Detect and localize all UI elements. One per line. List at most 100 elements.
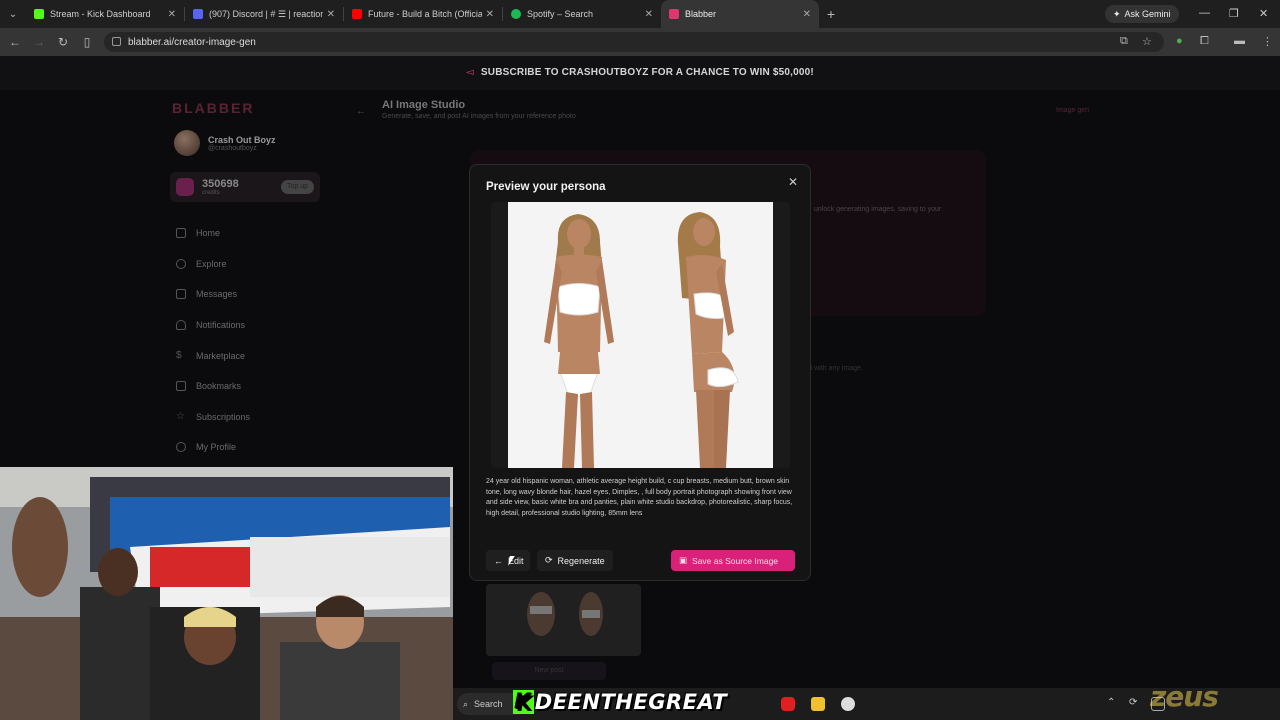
sidebar-nav: Home Explore Messages Notifications $ Mar… xyxy=(176,218,250,463)
chevron-up-icon[interactable]: ⌃ xyxy=(1107,697,1121,711)
arrow-left-icon: ← xyxy=(494,555,503,566)
page-subtitle: Generate, save, and post AI images from … xyxy=(382,113,576,120)
brand-logo[interactable]: BLABBER xyxy=(172,100,254,116)
new-post-button[interactable]: New post xyxy=(492,662,606,680)
folder-icon[interactable] xyxy=(811,697,825,711)
sidebar-item-label: Subscriptions xyxy=(196,411,251,422)
sidebar-item-label: Explore xyxy=(196,258,227,269)
background-thumbnail[interactable] xyxy=(486,584,641,656)
sidebar-item-bookmarks[interactable]: Bookmarks xyxy=(176,371,250,402)
credits-icon xyxy=(176,178,194,196)
forward-icon[interactable]: → xyxy=(27,35,51,49)
browser-tabbar: ⌄ Stream - Kick Dashboard ✕ (907) Discor… xyxy=(0,0,1280,28)
new-tab-button[interactable]: + xyxy=(819,6,843,22)
dollar-icon: $ xyxy=(176,349,182,361)
ask-gemini-button[interactable]: ✦ Ask Gemini xyxy=(1105,5,1179,23)
back-arrow-icon[interactable]: ← xyxy=(356,106,366,117)
blabber-icon xyxy=(669,9,679,19)
star-icon: ☆ xyxy=(176,410,185,422)
browser-tab-active[interactable]: Blabber ✕ xyxy=(661,0,819,28)
close-icon[interactable]: ✕ xyxy=(645,9,653,20)
sidebar-item-my-profile[interactable]: My Profile xyxy=(176,432,250,463)
minimize-icon[interactable]: — xyxy=(1199,7,1210,19)
megaphone-icon: ◅ xyxy=(466,67,474,78)
close-icon[interactable]: ✕ xyxy=(168,9,176,20)
bookmark-icon xyxy=(176,381,186,392)
back-icon[interactable]: ← xyxy=(3,35,27,49)
cast-icon[interactable]: ⧉ xyxy=(1120,35,1128,48)
webcam-overlay xyxy=(0,467,453,720)
tab-title: (907) Discord | # ☰ | reactions xyxy=(209,8,323,19)
sidebar-item-messages[interactable]: Messages xyxy=(176,279,250,310)
profile[interactable]: Crash Out Boyz @crashoutboyz xyxy=(174,130,276,156)
site-info-icon[interactable] xyxy=(112,37,121,46)
browser-tab[interactable]: Stream - Kick Dashboard ✕ xyxy=(26,0,184,28)
sidebar-item-label: Messages xyxy=(196,289,238,300)
credits-card: 350698 credits Top up xyxy=(170,172,320,202)
profile-icon[interactable]: ▬ xyxy=(1234,35,1245,47)
browser-tab[interactable]: (907) Discord | # ☰ | reactions ✕ xyxy=(185,0,343,28)
zeus-logo: zeus xyxy=(1150,680,1219,713)
save-icon: ▣ xyxy=(679,555,688,565)
address-bar[interactable]: blabber.ai/creator-image-gen xyxy=(104,32,1164,52)
taskbar-search-label: Search xyxy=(474,699,503,709)
extension-icon[interactable]: ● xyxy=(1176,35,1183,47)
page-title: AI Image Studio xyxy=(382,99,466,111)
sidebar-item-notifications[interactable]: Notifications xyxy=(176,310,250,341)
tab-search-icon[interactable]: ⌄ xyxy=(0,0,26,28)
message-icon xyxy=(176,289,186,300)
sidebar-item-label: My Profile xyxy=(196,442,237,453)
discord-icon xyxy=(193,9,203,19)
browser-tab[interactable]: Future - Build a Bitch (Official A ✕ xyxy=(344,0,502,28)
maximize-icon[interactable]: ❐ xyxy=(1229,7,1239,20)
credits-label: credits xyxy=(202,190,220,196)
spotify-icon xyxy=(511,9,521,19)
browser-tab[interactable]: Spotify – Search ✕ xyxy=(503,0,661,28)
sidebar-item-label: Marketplace xyxy=(196,350,246,361)
sidebar-item-subscriptions[interactable]: ☆ Subscriptions xyxy=(176,402,250,433)
tab-title: Future - Build a Bitch (Official A xyxy=(368,9,482,19)
close-window-icon[interactable]: ✕ xyxy=(1259,7,1268,20)
promo-banner[interactable]: ◅ SUBSCRIBE TO CRASHOUTBOYZ FOR A CHANCE… xyxy=(0,56,1280,90)
sidebar-item-home[interactable]: Home xyxy=(176,218,250,249)
image-gen-link[interactable]: Image gen xyxy=(1056,107,1089,114)
browser-toolbar: ← → ↻ ▯ blabber.ai/creator-image-gen ⧉ ☆… xyxy=(0,28,1280,56)
search-icon: ⌕ xyxy=(463,698,469,709)
profile-handle: @crashoutboyz xyxy=(208,144,257,152)
close-icon[interactable]: ✕ xyxy=(327,9,335,20)
kick-icon xyxy=(34,9,44,19)
background-hint-text: rt with any image. xyxy=(808,365,863,372)
save-as-source-image-button[interactable]: ▣ Save as Source Image xyxy=(671,550,795,571)
url-text: blabber.ai/creator-image-gen xyxy=(128,36,256,48)
youtube-icon[interactable] xyxy=(781,697,795,711)
sidebar-item-explore[interactable]: Explore xyxy=(176,249,250,280)
promo-text: SUBSCRIBE TO CRASHOUTBOYZ FOR A CHANCE T… xyxy=(480,67,814,78)
sidebar-item-marketplace[interactable]: $ Marketplace xyxy=(176,340,250,371)
more-menu-icon[interactable]: ⋮ xyxy=(1262,35,1273,48)
sidebar-item-label: Notifications xyxy=(196,320,246,331)
tab-title: Spotify – Search xyxy=(527,9,594,19)
credits-value: 350698 xyxy=(202,178,239,190)
regenerate-label: Regenerate xyxy=(557,555,605,566)
chrome-icon[interactable] xyxy=(841,697,855,711)
regenerate-button[interactable]: ⟳ Regenerate xyxy=(537,550,613,571)
user-icon xyxy=(176,442,186,453)
close-icon[interactable]: ✕ xyxy=(788,175,798,189)
save-label: Save as Source Image xyxy=(692,555,779,566)
persona-prompt-text: 24 year old hispanic woman, athletic ave… xyxy=(486,478,793,517)
avatar xyxy=(174,130,200,156)
background-card-text: unlock generating images, saving to your xyxy=(814,206,942,213)
bookmark-star-icon[interactable]: ☆ xyxy=(1142,35,1152,48)
sync-icon[interactable]: ⟳ xyxy=(1129,697,1143,711)
sidebar-icon[interactable]: ▯ xyxy=(75,35,99,49)
sidebar-item-label: Bookmarks xyxy=(196,381,242,392)
streamer-banner: K DEENTHEGREAT xyxy=(513,690,727,716)
modal-title: Preview your persona xyxy=(486,181,606,193)
persona-preview-modal: Preview your persona ✕ 24 year old hispa… xyxy=(469,164,811,581)
top-up-button[interactable]: Top up xyxy=(280,180,314,194)
close-icon[interactable]: ✕ xyxy=(803,9,811,20)
close-icon[interactable]: ✕ xyxy=(486,9,494,20)
reload-icon[interactable]: ↻ xyxy=(51,35,75,49)
sidebar-item-label: Home xyxy=(196,228,221,239)
extensions-puzzle-icon[interactable]: ⧠ xyxy=(1200,35,1209,48)
